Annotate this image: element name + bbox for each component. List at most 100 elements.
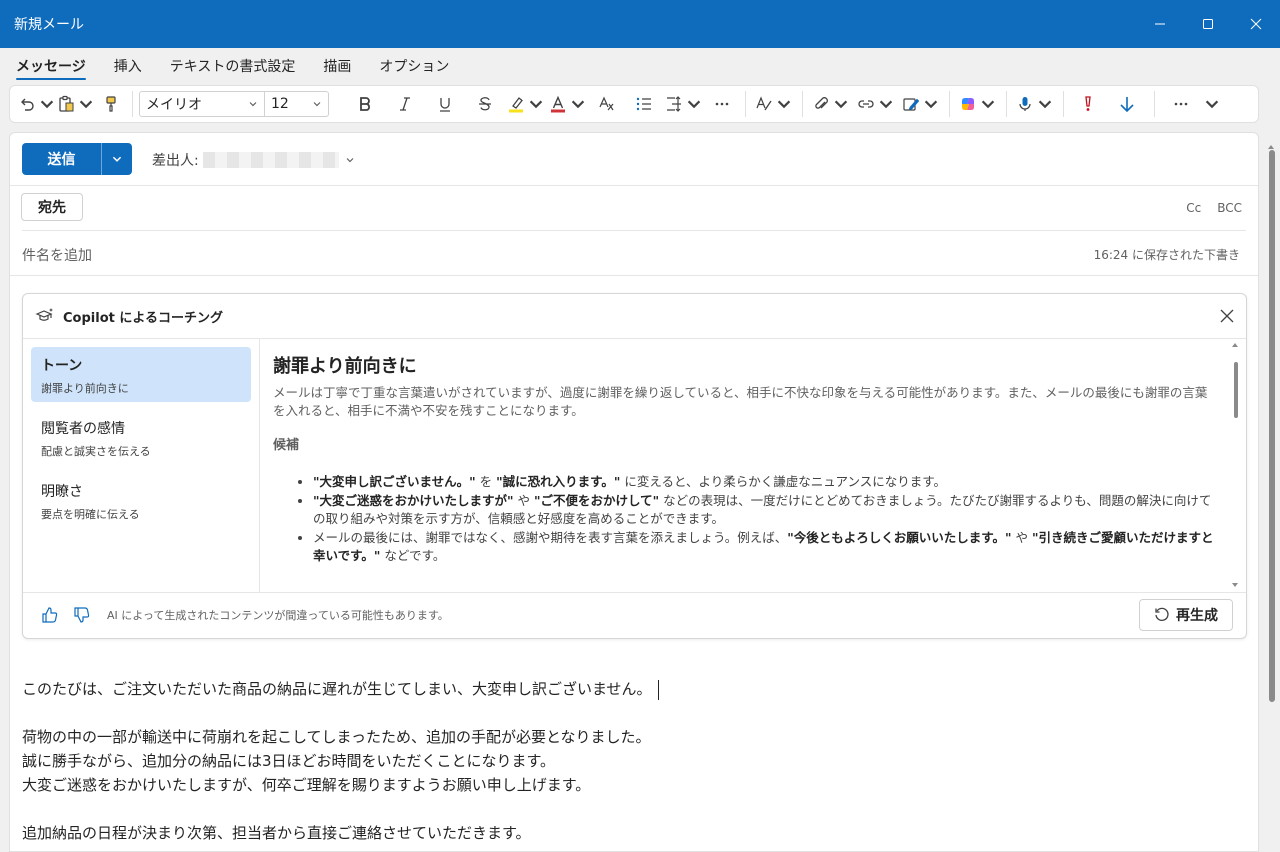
- divider: [23, 592, 1246, 593]
- arrow-down-icon: [1120, 97, 1134, 113]
- thumbs-down-icon[interactable]: [73, 606, 91, 624]
- suggestion-list: "大変申し訳ございません。" を "誠に恐れ入ります。" に変えると、より柔らか…: [273, 473, 1218, 565]
- maximize-button[interactable]: [1184, 0, 1232, 48]
- body-line: 大変ご迷惑をおかけいたしますが、何卒ご理解を賜りますようお願い申し上げます。: [22, 776, 591, 794]
- undo-button[interactable]: [18, 89, 56, 119]
- cc-button[interactable]: Cc: [1186, 201, 1201, 215]
- suggestion-item: "大変申し訳ございません。" を "誠に恐れ入ります。" に変えると、より柔らか…: [313, 473, 1218, 491]
- more-options-button[interactable]: [1161, 89, 1201, 119]
- font-size-select[interactable]: 12: [265, 91, 329, 117]
- copilot-button[interactable]: [956, 89, 1000, 119]
- microphone-icon: [1019, 97, 1031, 111]
- line-spacing-icon: [667, 96, 681, 112]
- suggestion-text: や: [1011, 530, 1032, 545]
- bold-icon: [360, 97, 370, 111]
- collapse-ribbon-button[interactable]: [1201, 89, 1221, 119]
- ribbon-toolbar: メイリオ 12: [9, 85, 1259, 123]
- chevron-down-icon: [571, 100, 585, 109]
- underline-icon: [440, 98, 450, 112]
- body-line: 追加納品の日程が決まり次第、担当者から直接ご連絡させていただきます。: [22, 824, 531, 842]
- strikethrough-button[interactable]: [465, 89, 505, 119]
- low-importance-button[interactable]: [1106, 89, 1148, 119]
- bcc-button[interactable]: BCC: [1217, 201, 1242, 215]
- send-options-button[interactable]: [101, 143, 132, 175]
- window-title: 新規メール: [14, 17, 84, 33]
- signature-button[interactable]: [899, 89, 943, 119]
- copilot-header: Copilot によるコーチング: [35, 306, 223, 326]
- tab-options[interactable]: オプション: [365, 48, 463, 84]
- tab-format-text[interactable]: テキストの書式設定: [156, 48, 310, 84]
- regenerate-button[interactable]: 再生成: [1139, 599, 1233, 631]
- clear-formatting-button[interactable]: [589, 89, 625, 119]
- coaching-scroll-thumb[interactable]: [1234, 362, 1238, 418]
- high-importance-button[interactable]: [1070, 89, 1106, 119]
- coaching-item-title: 明瞭さ: [41, 484, 83, 500]
- bold-button[interactable]: [345, 89, 385, 119]
- candidates-label: 候補: [273, 438, 300, 453]
- link-icon: [858, 100, 874, 108]
- coaching-footer: AI によって生成されたコンテンツが間違っている可能性もあります。: [41, 606, 449, 624]
- thumbs-up-icon[interactable]: [41, 606, 59, 624]
- coaching-item-subtitle: 要点を明確に伝える: [41, 508, 140, 521]
- font-color-button[interactable]: [547, 89, 589, 119]
- more-icon: [715, 102, 729, 106]
- insert-link-button[interactable]: [853, 89, 899, 119]
- bullets-button[interactable]: [625, 89, 663, 119]
- quote-text: "今後ともよろしくお願いいたします。": [787, 530, 1012, 545]
- coaching-item-title: 閲覧者の感情: [41, 421, 125, 437]
- bullet-list-icon: [636, 97, 651, 111]
- tab-insert[interactable]: 挿入: [100, 48, 156, 84]
- coaching-item-tone[interactable]: トーン 謝罪より前向きに: [31, 347, 251, 402]
- copilot-header-title: Copilot によるコーチング: [63, 310, 223, 326]
- highlight-button[interactable]: [505, 89, 547, 119]
- ai-disclaimer: AI によって生成されたコンテンツが間違っている可能性もあります。: [107, 609, 449, 622]
- underline-button[interactable]: [425, 89, 465, 119]
- format-painter-button[interactable]: [96, 89, 126, 119]
- editor-button[interactable]: [752, 89, 796, 119]
- close-coaching-button[interactable]: [1220, 308, 1234, 327]
- undo-icon: [21, 98, 34, 111]
- suggestion-text: などです。: [380, 548, 446, 563]
- suggestion-text: メールの最後には、謝罪ではなく、感謝や期待を表す言葉を添えましょう。例えば、: [313, 530, 788, 545]
- message-body[interactable]: このたびは、ご注文いただいた商品の納品に遅れが生じてしまい、大変申し訳ございませ…: [22, 677, 659, 845]
- coaching-item-title: トーン: [41, 358, 83, 374]
- chevron-down-icon: [879, 100, 893, 109]
- from-label: 差出人:: [152, 153, 199, 169]
- tab-draw[interactable]: 描画: [309, 48, 365, 84]
- line-spacing-button[interactable]: [663, 89, 705, 119]
- dictate-button[interactable]: [1013, 89, 1057, 119]
- toolbar-separator: [745, 91, 746, 117]
- subject-input[interactable]: 件名を追加: [22, 245, 92, 265]
- chevron-down-icon: [346, 158, 354, 163]
- font-name-select[interactable]: メイリオ: [139, 91, 265, 117]
- from-selector[interactable]: 差出人:: [152, 150, 355, 170]
- close-window-button[interactable]: [1232, 0, 1280, 48]
- window-scroll-thumb[interactable]: [1269, 150, 1275, 702]
- paste-button[interactable]: [56, 89, 96, 119]
- chevron-down-icon: [529, 100, 543, 109]
- chevron-down-icon: [249, 102, 257, 107]
- clipboard-icon: [59, 95, 74, 112]
- body-line: このたびは、ご注文いただいた商品の納品に遅れが生じてしまい、大変申し訳ございませ…: [22, 677, 659, 701]
- coaching-item-reader-sentiment[interactable]: 閲覧者の感情 配慮と誠実さを伝える: [31, 410, 251, 465]
- divider: [10, 275, 1258, 276]
- body-line: 誠に勝手ながら、追加分の納品には3日ほどお時間をいただくことになります。: [22, 752, 556, 770]
- body-line: 荷物の中の一部が輸送中に荷崩れを起こしてしまったため、追加の手配が必要となりまし…: [22, 728, 651, 746]
- more-icon: [1174, 102, 1188, 106]
- divider: [10, 185, 1258, 186]
- send-button[interactable]: 送信: [22, 143, 101, 175]
- suggestion-text: や: [513, 493, 534, 508]
- to-button[interactable]: 宛先: [21, 193, 83, 221]
- redacted-sender: [202, 152, 339, 168]
- minimize-button[interactable]: [1136, 0, 1184, 48]
- coaching-icon: [35, 308, 53, 321]
- coaching-item-clarity[interactable]: 明瞭さ 要点を明確に伝える: [31, 473, 251, 528]
- chevron-down-icon: [40, 100, 54, 109]
- more-format-button[interactable]: [705, 89, 739, 119]
- attach-file-button[interactable]: [809, 89, 853, 119]
- tab-message[interactable]: メッセージ: [16, 48, 100, 84]
- italic-button[interactable]: [385, 89, 425, 119]
- font-size-value: 12: [271, 96, 289, 112]
